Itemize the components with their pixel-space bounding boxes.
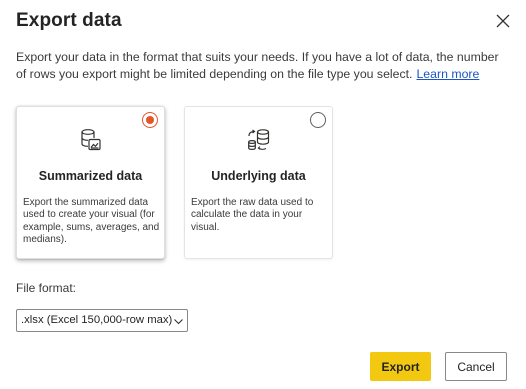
option-summarized-data[interactable]: Summarized data Export the summarized da… bbox=[16, 106, 165, 259]
export-button[interactable]: Export bbox=[370, 352, 431, 381]
file-format-label: File format: bbox=[16, 281, 77, 295]
file-format-dropdown[interactable]: .xlsx (Excel 150,000-row max) bbox=[16, 309, 188, 332]
option-title: Summarized data bbox=[38, 169, 143, 183]
cancel-button[interactable]: Cancel bbox=[445, 352, 507, 381]
dialog-description: Export your data in the format that suit… bbox=[16, 49, 506, 83]
learn-more-link[interactable]: Learn more bbox=[416, 67, 479, 81]
option-description: Export the summarized data used to creat… bbox=[23, 197, 160, 246]
file-format-value: .xlsx (Excel 150,000-row max) bbox=[21, 314, 173, 326]
database-refresh-icon bbox=[246, 127, 272, 153]
option-underlying-data[interactable]: Underlying data Export the raw data used… bbox=[184, 106, 333, 259]
option-description: Export the raw data used to calculate th… bbox=[191, 197, 314, 233]
export-data-dialog: Export data Export your data in the form… bbox=[0, 0, 526, 389]
dialog-title: Export data bbox=[16, 10, 122, 31]
radio-unselected[interactable] bbox=[310, 112, 326, 128]
chevron-down-icon bbox=[173, 316, 184, 327]
close-icon[interactable] bbox=[492, 10, 514, 32]
option-title: Underlying data bbox=[211, 169, 306, 183]
radio-selected[interactable] bbox=[142, 112, 158, 128]
database-chart-icon bbox=[78, 127, 104, 153]
